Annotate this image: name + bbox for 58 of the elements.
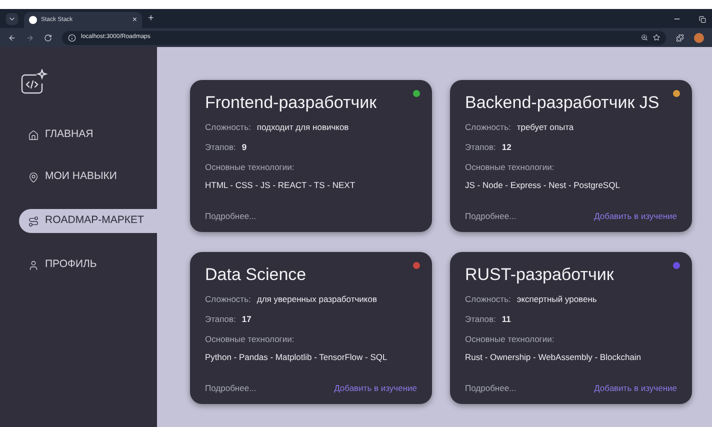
nav-item[interactable]: ROADMAP-МАРКЕТ [19, 209, 157, 233]
reload-icon[interactable] [44, 34, 52, 42]
difficulty-value: подходит для новичков [256, 121, 349, 133]
stages-value: 9 [242, 141, 247, 153]
tech-list: Python - Pandas - Matplotlib - TensorFlow - SQL [205, 351, 417, 363]
extensions-icon[interactable] [676, 34, 684, 42]
back-icon[interactable] [8, 34, 16, 42]
tech-list: HTML - CSS - JS - REACT - TS - NEXT [205, 179, 417, 191]
card-title: Frontend-разработчик [205, 92, 378, 114]
nav-item[interactable]: МОИ НАВЫКИ [19, 167, 157, 187]
zoom-icon[interactable] [641, 34, 648, 41]
tech-list: Rust - Ownership - WebAssembly - Blockchain [465, 351, 677, 363]
route-icon [28, 216, 39, 226]
difficulty-value: для уверенных разработчиков [256, 293, 377, 305]
add-to-study-link[interactable]: Добавить в изучение [594, 210, 677, 222]
tech-label: Основные технологии: [465, 161, 556, 173]
tech-label: Основные технологии: [205, 161, 296, 173]
more-link[interactable]: Подробнее... [205, 382, 256, 394]
avatar[interactable] [694, 32, 704, 42]
tab-list-button[interactable] [6, 13, 18, 25]
stages-value: 11 [502, 313, 511, 325]
stages-value: 17 [242, 313, 252, 325]
card-title: RUST-разработчик [465, 264, 615, 286]
favicon-icon [29, 16, 37, 24]
more-link[interactable]: Подробнее... [205, 210, 256, 222]
tab-close[interactable]: × [132, 14, 137, 26]
add-to-study-link[interactable]: Добавить в изучение [334, 382, 417, 394]
restore-icon[interactable] [699, 16, 706, 23]
difficulty-label: Сложность: [205, 121, 251, 133]
stages-label: Этапов: [465, 141, 496, 153]
house-icon [28, 130, 39, 140]
stages-label: Этапов: [465, 313, 496, 325]
difficulty-value: экспертный уровень [516, 293, 597, 305]
tech-list: JS - Node - Express - Nest - PostgreSQL [465, 179, 677, 191]
more-link[interactable]: Подробнее... [465, 382, 516, 394]
stages-label: Этапов: [205, 313, 236, 325]
site-info-icon [68, 34, 76, 42]
difficulty-value: требует опыта [516, 121, 574, 133]
difficulty-label: Сложность: [465, 293, 511, 305]
stages-value: 12 [502, 141, 512, 153]
nav-item[interactable]: ПРОФИЛЬ [19, 255, 157, 275]
new-tab-button[interactable]: + [148, 11, 154, 26]
map-pin-icon [28, 172, 39, 182]
more-link[interactable]: Подробнее... [465, 210, 516, 222]
card-title: Data Science [205, 264, 308, 286]
stages-label: Этапов: [205, 141, 236, 153]
user-icon [28, 260, 39, 270]
nav-item[interactable]: ГЛАВНАЯ [19, 125, 157, 145]
forward-icon[interactable] [26, 34, 34, 42]
tech-label: Основные технологии: [465, 333, 556, 345]
bookmark-icon[interactable] [653, 34, 660, 41]
caret-icon [8, 15, 16, 23]
card-title: Backend-разработчик JS [465, 92, 660, 114]
code-logo-icon [21, 69, 48, 95]
add-to-study-link[interactable]: Добавить в изучение [594, 382, 677, 394]
difficulty-label: Сложность: [465, 121, 511, 133]
difficulty-label: Сложность: [205, 293, 251, 305]
tech-label: Основные технологии: [205, 333, 296, 345]
